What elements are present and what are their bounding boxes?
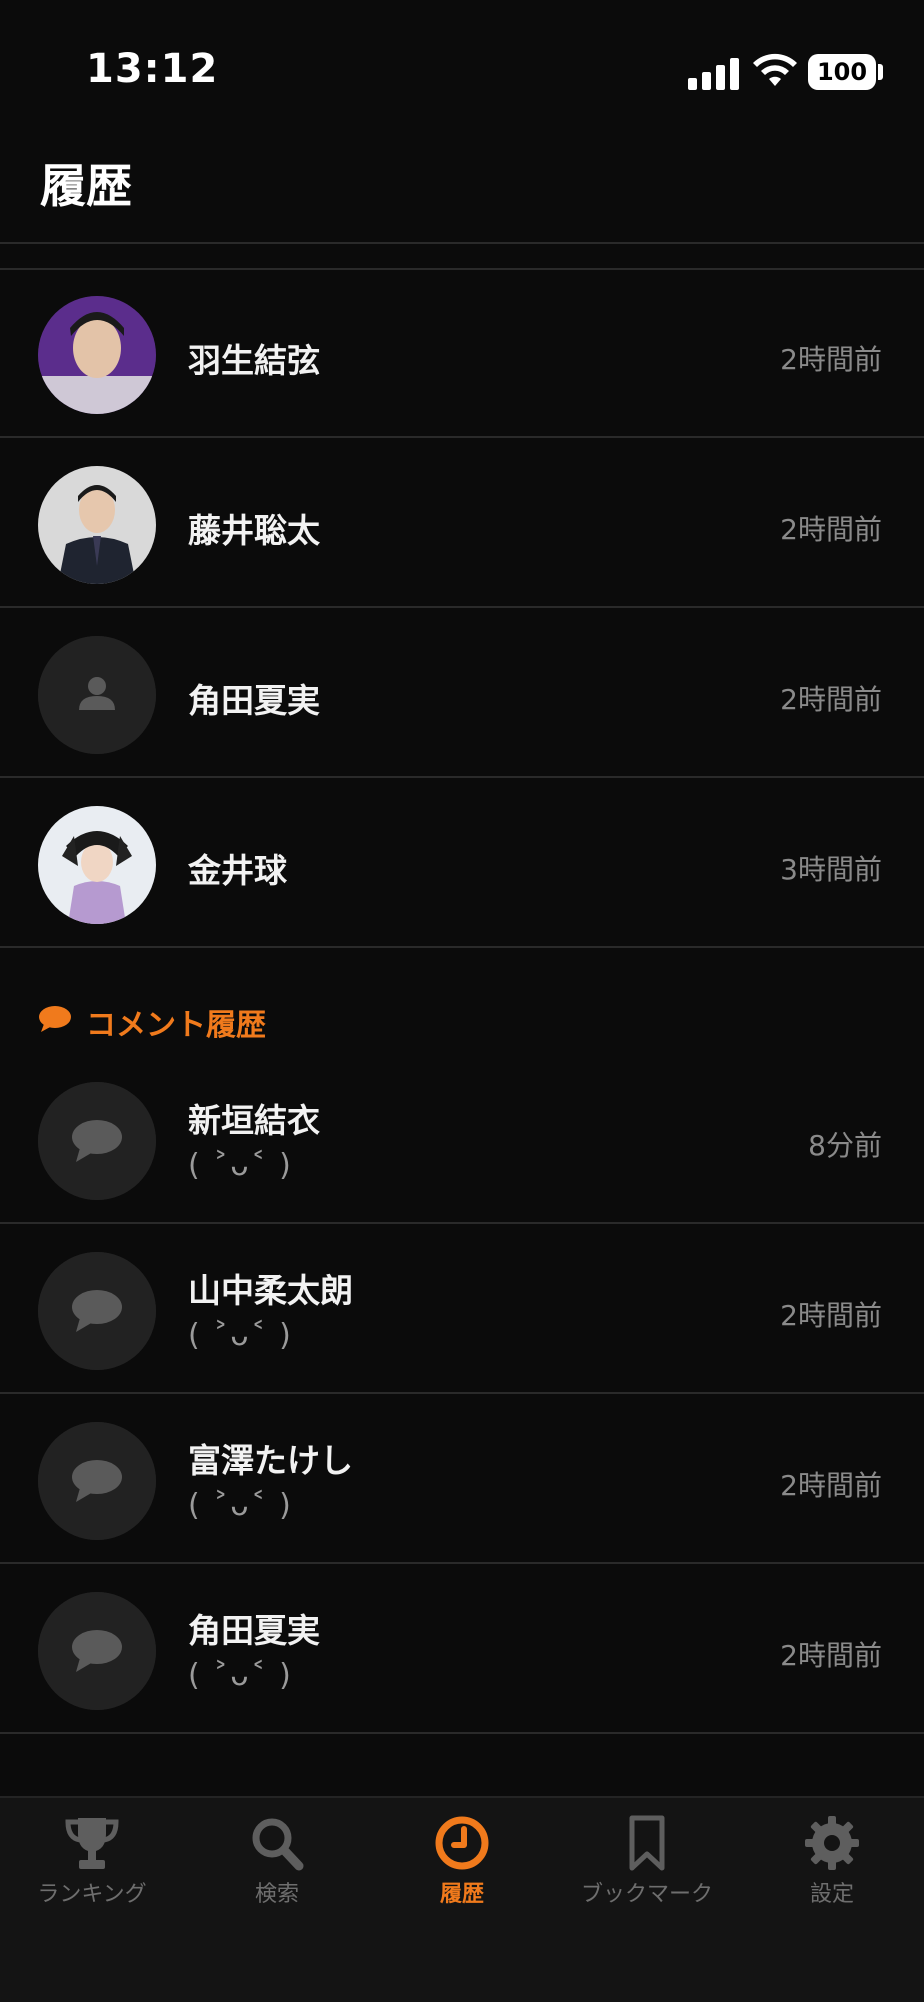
tab-label: 検索 bbox=[254, 1882, 299, 1907]
trophy-icon bbox=[65, 1818, 119, 1869]
history-row[interactable]: 金井球 3時間前 bbox=[0, 780, 924, 948]
speech-bubble-icon bbox=[38, 1592, 156, 1710]
gear-icon bbox=[805, 1816, 859, 1870]
person-name: 富澤たけし bbox=[188, 1441, 353, 1480]
person-name: 金井球 bbox=[188, 851, 287, 890]
avatar-placeholder bbox=[38, 1082, 156, 1200]
tab-label: ランキング bbox=[37, 1882, 147, 1907]
tab-label: 設定 bbox=[809, 1882, 854, 1907]
comment-row[interactable]: 富澤たけし ( ˃ᴗ˂ ) 2時間前 bbox=[0, 1396, 924, 1564]
person-name: 新垣結衣 bbox=[188, 1101, 320, 1140]
tab-bookmark[interactable]: ブックマーク bbox=[555, 1814, 739, 1944]
comment-row[interactable]: 山中柔太朗 ( ˃ᴗ˂ ) 2時間前 bbox=[0, 1226, 924, 1394]
row-divider bbox=[0, 776, 924, 778]
speech-bubble-icon bbox=[38, 1082, 156, 1200]
comment-text: ( ˃ᴗ˂ ) bbox=[188, 1148, 293, 1183]
person-name: 角田夏実 bbox=[188, 1611, 320, 1650]
avatar bbox=[38, 806, 156, 924]
speech-bubble-icon bbox=[38, 1422, 156, 1540]
comment-text: ( ˃ᴗ˂ ) bbox=[188, 1488, 293, 1523]
page-title: 履歴 bbox=[40, 159, 132, 213]
comment-row[interactable]: 新垣結衣 ( ˃ᴗ˂ ) 8分前 bbox=[0, 1056, 924, 1224]
comment-text: ( ˃ᴗ˂ ) bbox=[188, 1658, 293, 1693]
timestamp: 2時間前 bbox=[780, 513, 882, 546]
clock-icon bbox=[435, 1816, 489, 1870]
status-time: 13:12 bbox=[86, 46, 219, 92]
speech-bubble-icon bbox=[38, 1252, 156, 1370]
person-name: 山中柔太朗 bbox=[188, 1271, 353, 1310]
timestamp: 3時間前 bbox=[780, 853, 882, 886]
timestamp: 8分前 bbox=[808, 1129, 882, 1162]
row-divider bbox=[0, 1732, 924, 1734]
wifi-icon bbox=[753, 53, 797, 86]
row-divider bbox=[0, 606, 924, 608]
search-icon bbox=[252, 1818, 304, 1871]
row-divider bbox=[0, 946, 924, 948]
row-divider bbox=[0, 1392, 924, 1394]
timestamp: 2時間前 bbox=[780, 343, 882, 376]
header-divider bbox=[0, 242, 924, 244]
comment-row[interactable]: 角田夏実 ( ˃ᴗ˂ ) 2時間前 bbox=[0, 1566, 924, 1734]
cellular-signal-icon bbox=[688, 56, 740, 90]
bookmark-icon bbox=[629, 1815, 665, 1871]
tab-label: 履歴 bbox=[439, 1882, 484, 1907]
battery-indicator: 100 bbox=[808, 54, 876, 90]
history-row[interactable]: 藤井聡太 2時間前 bbox=[0, 440, 924, 608]
timestamp: 2時間前 bbox=[780, 1299, 882, 1332]
timestamp: 2時間前 bbox=[780, 683, 882, 716]
speech-bubble-icon bbox=[39, 1006, 71, 1032]
person-name: 藤井聡太 bbox=[188, 511, 320, 550]
history-row[interactable]: 羽生結弦 2時間前 bbox=[0, 270, 924, 438]
person-icon bbox=[38, 636, 156, 754]
timestamp: 2時間前 bbox=[780, 1469, 882, 1502]
tab-bar: ランキング 検索 履歴 ブックマーク 設定 bbox=[0, 1796, 924, 2002]
timestamp: 2時間前 bbox=[780, 1639, 882, 1672]
avatar-placeholder bbox=[38, 1422, 156, 1540]
comment-text: ( ˃ᴗ˂ ) bbox=[188, 1318, 293, 1353]
tab-history[interactable]: 履歴 bbox=[370, 1814, 554, 1944]
avatar bbox=[38, 466, 156, 584]
tab-label: ブックマーク bbox=[580, 1882, 713, 1907]
section-title: コメント履歴 bbox=[86, 1008, 266, 1043]
tab-search[interactable]: 検索 bbox=[185, 1814, 369, 1944]
status-bar: 13:12 100 bbox=[0, 0, 924, 140]
tab-ranking[interactable]: ランキング bbox=[0, 1814, 184, 1944]
avatar-placeholder bbox=[38, 1592, 156, 1710]
person-name: 羽生結弦 bbox=[188, 341, 320, 380]
row-divider bbox=[0, 1222, 924, 1224]
avatar-placeholder bbox=[38, 1252, 156, 1370]
avatar bbox=[38, 296, 156, 414]
history-row[interactable]: 角田夏実 2時間前 bbox=[0, 610, 924, 778]
battery-tip bbox=[878, 64, 883, 80]
avatar-placeholder bbox=[38, 636, 156, 754]
row-divider bbox=[0, 1562, 924, 1564]
row-divider bbox=[0, 436, 924, 438]
tab-settings[interactable]: 設定 bbox=[740, 1814, 924, 1944]
person-name: 角田夏実 bbox=[188, 681, 320, 720]
